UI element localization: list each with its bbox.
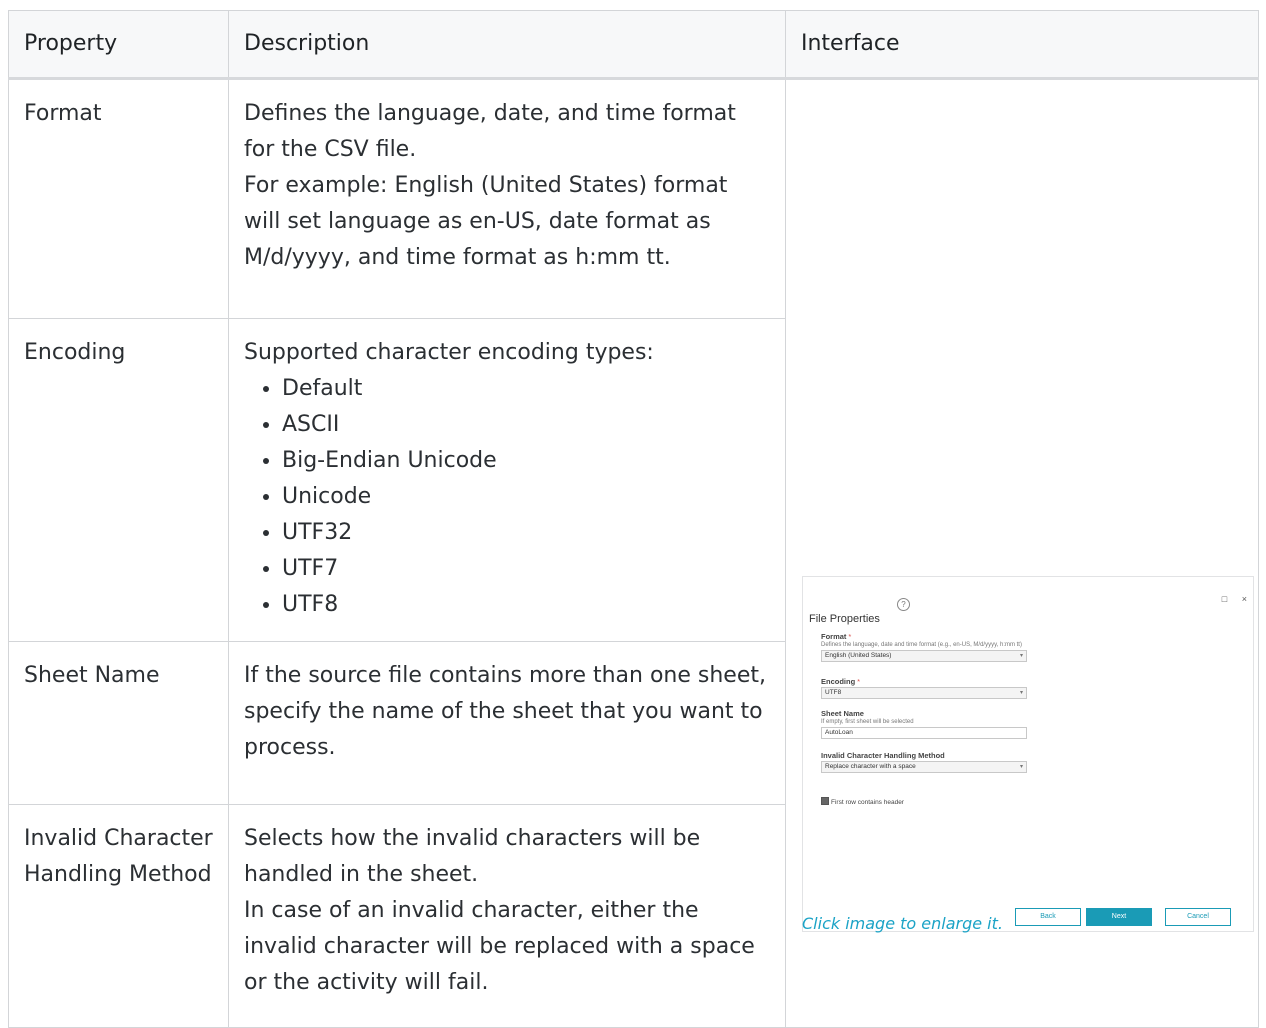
next-button: Next (1086, 908, 1152, 926)
list-item: ASCII (282, 407, 770, 443)
checkbox-icon (821, 797, 829, 805)
property-cell: Invalid Character Handling Method (8, 804, 229, 1028)
chevron-down-icon: ▾ (1019, 690, 1023, 696)
table-header-row: Property Description Interface (8, 10, 1259, 80)
maximize-icon: □ (1221, 594, 1228, 604)
format-label: Format * (821, 632, 852, 641)
encoding-label: Encoding * (821, 677, 861, 686)
property-cell: Format (8, 78, 229, 319)
invalid-char-label: Invalid Character Handling Method (821, 751, 945, 760)
description-text: If the source file contains more than on… (244, 663, 766, 760)
list-item: Unicode (282, 479, 770, 515)
interface-cell: □ × File Properties ? Format * Defines th… (785, 78, 1259, 1028)
header-property: Property (8, 10, 229, 80)
description-cell: Defines the language, date, and time for… (228, 78, 786, 319)
header-interface: Interface (785, 10, 1259, 80)
description-text: For example: English (United States) for… (244, 173, 728, 270)
sheet-name-field: Sheet Name If empty, first sheet will be… (821, 709, 1027, 739)
invalid-char-select: Replace character with a space ▾ (821, 761, 1027, 773)
invalid-char-field: Invalid Character Handling Method Replac… (821, 751, 1027, 773)
cancel-button: Cancel (1165, 908, 1231, 926)
encoding-select: UTF8 ▾ (821, 687, 1027, 699)
format-help: Defines the language, date and time form… (821, 642, 1022, 648)
question-icon: ? (897, 598, 910, 611)
chevron-down-icon: ▾ (1019, 764, 1023, 770)
list-item: UTF32 (282, 515, 770, 551)
description-text: Defines the language, date, and time for… (244, 101, 736, 162)
file-properties-screenshot[interactable]: □ × File Properties ? Format * Defines th… (802, 576, 1254, 932)
required-mark: * (857, 677, 861, 686)
encoding-field: Encoding * UTF8 ▾ (821, 677, 1027, 699)
close-icon: × (1241, 594, 1247, 604)
sheet-name-help: If empty, first sheet will be selected (821, 719, 914, 725)
description-text: In case of an invalid character, either … (244, 898, 755, 995)
first-row-header-checkbox: First row contains header (821, 785, 904, 821)
list-item: UTF7 (282, 551, 770, 587)
encoding-list: Default ASCII Big-Endian Unicode Unicode… (244, 371, 770, 623)
sheet-name-input: AutoLoan (821, 727, 1027, 739)
table-row-format: Format Defines the language, date, and t… (8, 78, 1259, 1028)
list-item: UTF8 (282, 587, 770, 623)
description-text: Supported character encoding types: (244, 340, 654, 365)
back-button: Back (1015, 908, 1081, 926)
property-cell: Encoding (8, 318, 229, 642)
header-description: Description (228, 10, 786, 80)
description-cell: Selects how the invalid characters will … (228, 804, 786, 1028)
list-item: Default (282, 371, 770, 407)
description-cell: Supported character encoding types: Defa… (228, 318, 786, 642)
description-cell: If the source file contains more than on… (228, 641, 786, 805)
format-select: English (United States) ▾ (821, 650, 1027, 662)
sheet-name-label: Sheet Name (821, 709, 864, 718)
enlarge-caption[interactable]: Click image to enlarge it. (802, 906, 1003, 942)
property-cell: Sheet Name (8, 641, 229, 805)
format-field: Format * Defines the language, date and t… (821, 632, 1027, 662)
properties-table: Property Description Interface Format De… (8, 10, 1259, 1028)
required-mark: * (848, 632, 852, 641)
description-text: Selects how the invalid characters will … (244, 826, 701, 887)
list-item: Big-Endian Unicode (282, 443, 770, 479)
chevron-down-icon: ▾ (1019, 653, 1023, 659)
window-controls: □ × (1210, 581, 1247, 617)
